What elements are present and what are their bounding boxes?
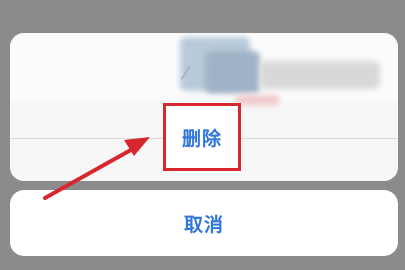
cancel-label: 取消 xyxy=(183,213,224,236)
delete-button[interactable]: 删除 xyxy=(163,103,241,171)
delete-label: 删除 xyxy=(181,127,222,150)
cancel-button[interactable]: 取消 xyxy=(10,190,398,256)
cancel-panel: 取消 xyxy=(10,190,398,256)
blurred-title-text xyxy=(260,61,380,89)
blurred-avatar-overlay xyxy=(205,51,260,93)
blurred-title-glyph: ⁄ xyxy=(184,63,188,84)
blurred-header: ⁄ xyxy=(10,33,398,105)
blurred-accent xyxy=(235,95,280,105)
